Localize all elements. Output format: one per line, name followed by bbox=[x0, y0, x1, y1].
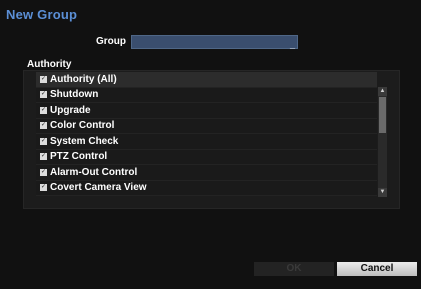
scroll-down-arrow-icon[interactable]: ▼ bbox=[378, 188, 387, 197]
authority-item-shutdown[interactable]: ✓ Shutdown bbox=[36, 87, 377, 103]
list-item-label: Alarm-Out Control bbox=[50, 166, 138, 178]
checkbox-checked-icon[interactable]: ✓ bbox=[40, 168, 47, 176]
checkbox-checked-icon[interactable]: ✓ bbox=[40, 75, 47, 83]
group-label: Group bbox=[96, 36, 126, 47]
input-cursor: _ bbox=[290, 40, 296, 50]
authority-item-ptz-control[interactable]: ✓ PTZ Control bbox=[36, 149, 377, 165]
checkbox-checked-icon[interactable]: ✓ bbox=[40, 137, 47, 145]
authority-item-color-control[interactable]: ✓ Color Control bbox=[36, 118, 377, 134]
list-item-label: PTZ Control bbox=[50, 151, 108, 163]
authority-item-all[interactable]: ✓ Authority (All) bbox=[36, 72, 377, 88]
authority-label: Authority bbox=[27, 59, 72, 70]
list-item-label: Authority (All) bbox=[50, 73, 117, 85]
scrollbar-thumb[interactable] bbox=[379, 97, 386, 133]
list-item-label: Upgrade bbox=[50, 104, 91, 116]
authority-item-alarm-out-control[interactable]: ✓ Alarm-Out Control bbox=[36, 165, 377, 181]
list-item-label: Shutdown bbox=[50, 89, 99, 101]
authority-item-system-check[interactable]: ✓ System Check bbox=[36, 134, 377, 150]
authority-list: ✓ Authority (All) ✓ Shutdown ✓ Upgrade ✓… bbox=[36, 72, 377, 196]
authority-item-covert-camera-view[interactable]: ✓ Covert Camera View bbox=[36, 180, 377, 196]
ok-button[interactable]: OK bbox=[254, 262, 334, 276]
authority-item-upgrade[interactable]: ✓ Upgrade bbox=[36, 103, 377, 119]
group-name-input[interactable] bbox=[131, 35, 298, 49]
checkbox-checked-icon[interactable]: ✓ bbox=[40, 91, 47, 99]
cancel-button[interactable]: Cancel bbox=[337, 262, 417, 276]
list-scrollbar[interactable]: ▲ ▼ bbox=[378, 87, 387, 197]
checkbox-checked-icon[interactable]: ✓ bbox=[40, 106, 47, 114]
checkbox-checked-icon[interactable]: ✓ bbox=[40, 184, 47, 192]
checkbox-checked-icon[interactable]: ✓ bbox=[40, 122, 47, 130]
list-item-label: Covert Camera View bbox=[50, 182, 147, 194]
new-group-dialog: New Group Group _ Authority ✓ Authority … bbox=[0, 0, 421, 289]
dialog-title: New Group bbox=[6, 7, 78, 22]
list-item-label: System Check bbox=[50, 135, 119, 147]
scroll-up-arrow-icon[interactable]: ▲ bbox=[378, 87, 387, 96]
list-item-label: Color Control bbox=[50, 120, 115, 132]
checkbox-checked-icon[interactable]: ✓ bbox=[40, 153, 47, 161]
